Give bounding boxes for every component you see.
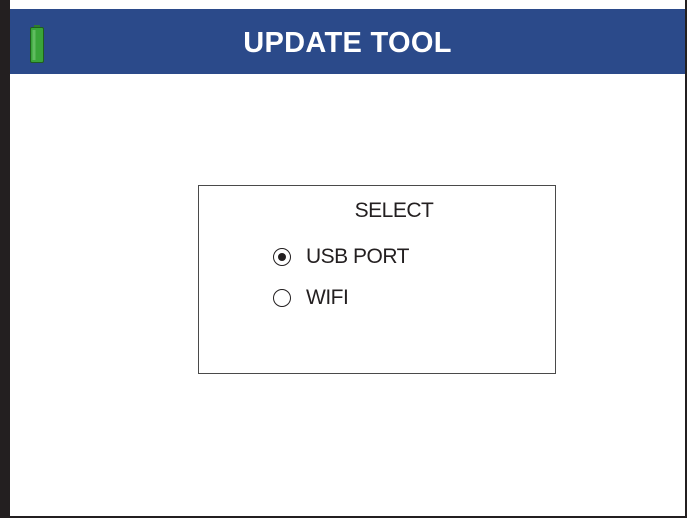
radio-button-unselected[interactable]	[273, 289, 291, 307]
option-wifi[interactable]: WIFI	[273, 283, 349, 313]
screen-top-edge	[0, 0, 687, 9]
radio-button-selected[interactable]	[273, 248, 291, 266]
screen-left-border	[0, 0, 10, 518]
option-label: WIFI	[306, 286, 349, 309]
page-title: UPDATE TOOL	[243, 27, 452, 59]
option-label: USB PORT	[306, 245, 409, 268]
title-bar: UPDATE TOOL	[10, 9, 685, 74]
device-screen: UPDATE TOOL SELECT USB PORT WIFI	[0, 0, 687, 518]
option-usb-port[interactable]: USB PORT	[273, 242, 409, 272]
radio-dot	[277, 252, 286, 261]
dialog-heading: SELECT	[354, 199, 434, 222]
select-dialog: SELECT USB PORT WIFI	[198, 185, 556, 374]
